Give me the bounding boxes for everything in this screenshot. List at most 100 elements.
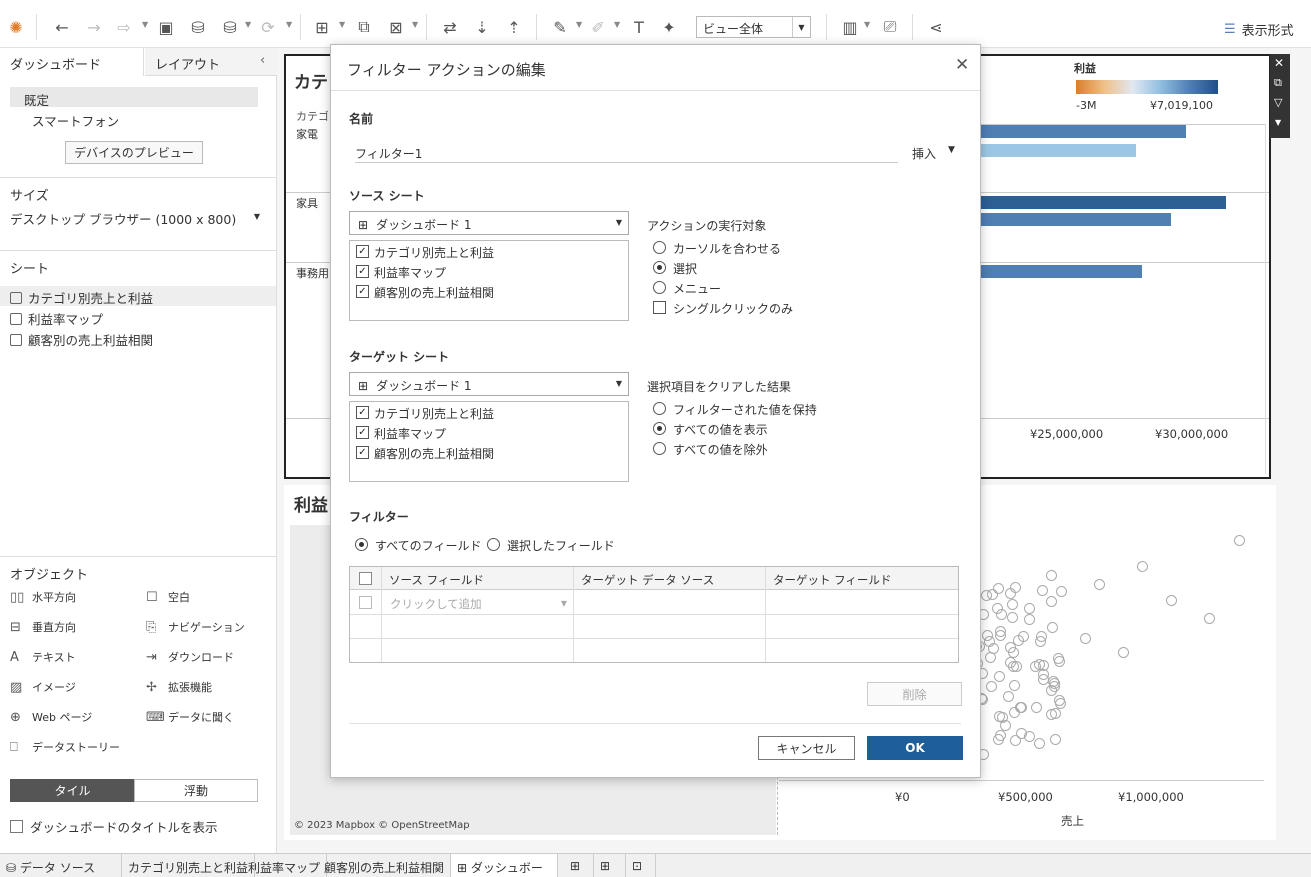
object-ask-data[interactable]: ⌨ データに聞く bbox=[146, 709, 234, 725]
more-options-icon[interactable]: ▼ bbox=[1275, 118, 1281, 127]
scatter-point[interactable] bbox=[1023, 602, 1035, 614]
tab-dashboard[interactable]: ダッシュボード bbox=[0, 48, 144, 76]
scatter-point[interactable] bbox=[1047, 621, 1059, 633]
bar[interactable] bbox=[980, 196, 1226, 209]
new-worksheet-tab[interactable]: ⊞ bbox=[564, 854, 594, 877]
scatter-point[interactable] bbox=[993, 670, 1005, 682]
scatter-point[interactable] bbox=[1054, 698, 1066, 709]
sort-ascending-icon[interactable]: ⇣ bbox=[470, 14, 494, 40]
chevron-left-icon[interactable]: ‹ bbox=[260, 53, 265, 68]
scatter-point[interactable] bbox=[1010, 582, 1022, 594]
replay-icon[interactable]: ⇨ bbox=[112, 14, 136, 40]
device-phone[interactable]: スマートフォン bbox=[32, 111, 119, 130]
scatter-point[interactable] bbox=[1010, 661, 1022, 673]
sort-descending-icon[interactable]: ⇡ bbox=[502, 14, 526, 40]
datasource-dropdown-icon[interactable]: ▼ bbox=[245, 20, 251, 29]
scatter-point[interactable] bbox=[1054, 655, 1066, 667]
use-as-filter-icon[interactable]: ⧉ bbox=[1274, 76, 1282, 90]
scatter-point[interactable] bbox=[1023, 613, 1035, 625]
scatter-point[interactable] bbox=[1080, 633, 1091, 644]
object-text[interactable]: A テキスト bbox=[10, 649, 76, 665]
scatter-point[interactable] bbox=[1045, 709, 1057, 721]
replay-dropdown-icon[interactable]: ▼ bbox=[142, 20, 148, 29]
cancel-button[interactable]: キャンセル bbox=[758, 736, 855, 760]
tab-data-source[interactable]: ⛁ データ ソース bbox=[0, 854, 122, 877]
tableau-logo-icon[interactable]: ✺ bbox=[4, 14, 28, 40]
save-icon[interactable]: ▣ bbox=[154, 14, 178, 40]
refresh-dropdown-icon[interactable]: ▼ bbox=[286, 20, 292, 29]
new-worksheet-dropdown-icon[interactable]: ▼ bbox=[339, 20, 345, 29]
scatter-point[interactable] bbox=[1046, 595, 1058, 607]
tab-dashboard-active[interactable]: ⊞ ダッシュボード 1 bbox=[451, 854, 558, 877]
show-all-radio[interactable] bbox=[653, 422, 666, 435]
scatter-point[interactable] bbox=[1006, 598, 1018, 610]
scatter-point[interactable] bbox=[981, 629, 993, 641]
target-sheet-checkbox[interactable]: ✓ bbox=[356, 426, 369, 439]
scatter-point[interactable] bbox=[1094, 579, 1105, 590]
insert-dropdown[interactable]: 挿入 ▼ bbox=[912, 145, 955, 162]
refresh-icon[interactable]: ⟳ bbox=[256, 14, 280, 40]
object-webpage[interactable]: ⊕ Web ページ bbox=[10, 709, 92, 725]
target-select[interactable]: ⊞ ダッシュボード 1 ▼ bbox=[349, 372, 629, 396]
show-me-button[interactable]: ☰ 表示形式 bbox=[1224, 20, 1294, 39]
scatter-point[interactable] bbox=[1014, 701, 1026, 713]
close-icon[interactable]: ✕ bbox=[955, 55, 969, 75]
new-worksheet-icon[interactable]: ⊞ bbox=[310, 14, 334, 40]
tile-toggle[interactable]: タイル bbox=[10, 779, 135, 802]
scatter-point[interactable] bbox=[1004, 641, 1016, 653]
name-input[interactable]: フィルター1 bbox=[355, 141, 898, 163]
group-icon[interactable]: ✐ bbox=[586, 14, 610, 40]
new-datasource-icon[interactable]: ⛁ bbox=[186, 14, 210, 40]
delete-button[interactable]: 削除 bbox=[867, 682, 962, 706]
new-dashboard-tab[interactable]: ⊞ bbox=[594, 854, 626, 877]
pause-update-icon[interactable]: ⛁ bbox=[218, 14, 242, 40]
scatter-point[interactable] bbox=[985, 680, 997, 692]
scatter-point[interactable] bbox=[1046, 569, 1058, 581]
source-sheet-checkbox[interactable]: ✓ bbox=[356, 285, 369, 298]
source-sheet-checkbox[interactable]: ✓ bbox=[356, 245, 369, 258]
fit-view-select[interactable]: ビュー全体 ▼ bbox=[696, 16, 811, 38]
selected-fields-radio[interactable] bbox=[487, 538, 500, 551]
bar[interactable] bbox=[980, 213, 1171, 226]
object-download[interactable]: ⇥ ダウンロード bbox=[146, 649, 234, 665]
float-toggle[interactable]: 浮動 bbox=[134, 779, 258, 802]
tab-sheet[interactable]: カテゴリ別売上と利益 bbox=[122, 854, 256, 877]
scatter-point[interactable] bbox=[1009, 734, 1021, 746]
keep-filtered-radio[interactable] bbox=[653, 402, 666, 415]
source-field-select[interactable]: クリックして追加 ▼ bbox=[382, 591, 573, 614]
scatter-point[interactable] bbox=[1036, 585, 1048, 597]
run-on-hover-radio[interactable] bbox=[653, 241, 666, 254]
scatter-point[interactable] bbox=[995, 730, 1007, 742]
new-story-tab[interactable]: ⊡ bbox=[626, 854, 656, 877]
tab-sheet[interactable]: 利益率マップ bbox=[242, 854, 328, 877]
highlight-icon[interactable]: ✎ bbox=[548, 14, 572, 40]
target-sheet-checkbox[interactable]: ✓ bbox=[356, 446, 369, 459]
show-labels-icon[interactable]: T bbox=[627, 14, 651, 40]
sheet-item[interactable]: 利益率マップ bbox=[10, 309, 103, 328]
row-checkbox[interactable] bbox=[359, 596, 372, 609]
all-fields-radio[interactable] bbox=[355, 538, 368, 551]
scatter-point[interactable] bbox=[1166, 595, 1177, 606]
show-title-checkbox[interactable]: ダッシュボードのタイトルを表示 bbox=[10, 817, 218, 836]
scatter-point[interactable] bbox=[1030, 702, 1042, 714]
share-icon[interactable]: ⋖ bbox=[924, 14, 948, 40]
highlight-dropdown-icon[interactable]: ▼ bbox=[576, 20, 582, 29]
tab-sheet[interactable]: 顧客別の売上利益相関 bbox=[318, 854, 452, 877]
scatter-point[interactable] bbox=[1204, 613, 1215, 624]
tab-layout[interactable]: レイアウト bbox=[145, 48, 277, 76]
sheet-item[interactable]: カテゴリ別売上と利益 bbox=[10, 288, 153, 307]
clear-sheet-icon[interactable]: ⊠ bbox=[384, 14, 408, 40]
exclude-all-radio[interactable] bbox=[653, 442, 666, 455]
scatter-point[interactable] bbox=[1137, 561, 1148, 572]
size-select[interactable]: デスクトップ ブラウザー (1000 x 800) ▼ bbox=[10, 209, 260, 228]
redo-icon[interactable]: → bbox=[82, 14, 106, 40]
bar[interactable] bbox=[980, 265, 1142, 278]
scatter-point[interactable] bbox=[988, 642, 1000, 654]
object-vertical[interactable]: ⊟ 垂直方向 bbox=[10, 619, 76, 635]
single-click-checkbox[interactable] bbox=[653, 301, 666, 314]
scatter-point[interactable] bbox=[1055, 586, 1067, 598]
show-cards-icon[interactable]: ▥ bbox=[838, 14, 862, 40]
source-select[interactable]: ⊞ ダッシュボード 1 ▼ bbox=[349, 211, 629, 235]
bar[interactable] bbox=[980, 144, 1136, 157]
object-horizontal[interactable]: ▯▯ 水平方向 bbox=[10, 589, 76, 605]
